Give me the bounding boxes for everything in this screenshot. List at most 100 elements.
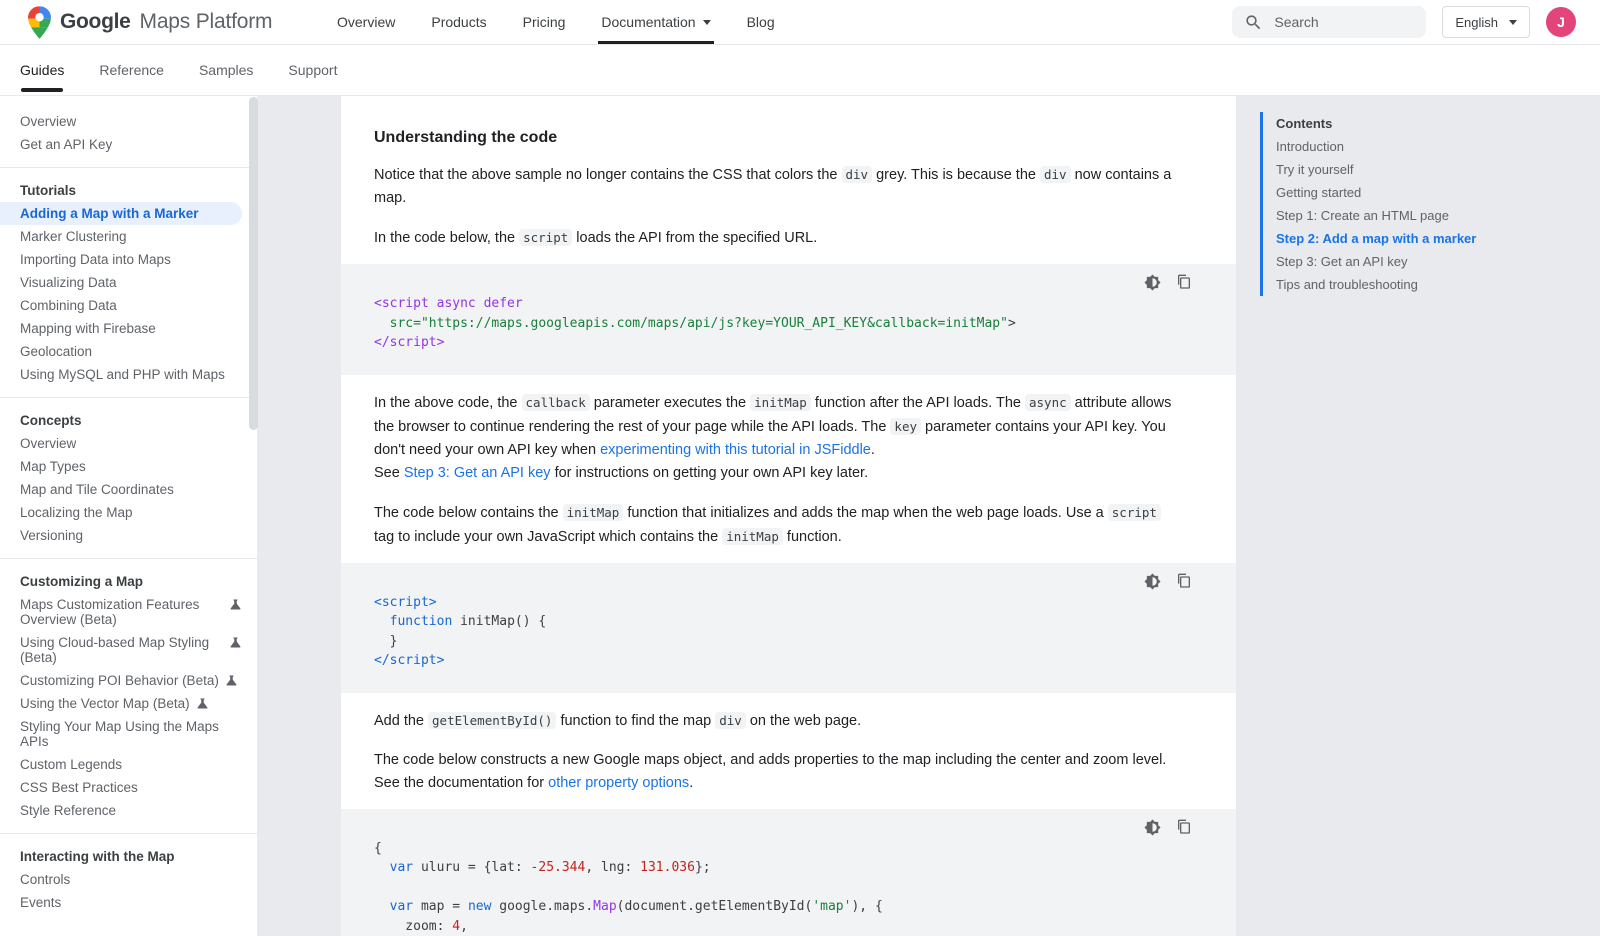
sidebar-item-get-an-api-key[interactable]: Get an API Key (0, 133, 257, 156)
code-line: src="https://maps.googleapis.com/maps/ap… (374, 314, 1192, 334)
sidebar-item-visualizing-data[interactable]: Visualizing Data (0, 271, 257, 294)
language-selector[interactable]: English (1442, 6, 1530, 38)
sidebar-item-label: Using the Vector Map (Beta) (20, 696, 190, 711)
code-text: { var uluru = {lat: -25.344, lng: 131.03… (374, 839, 1192, 936)
sidebar-item-importing-data-into-maps[interactable]: Importing Data into Maps (0, 248, 257, 271)
sidebar-item-mapping-with-firebase[interactable]: Mapping with Firebase (0, 317, 257, 340)
sidebar-item-label: Localizing the Map (20, 505, 243, 520)
sidebar-item-events[interactable]: Events (0, 891, 257, 914)
sidebar-item-custom-legends[interactable]: Custom Legends (0, 753, 257, 776)
toc-item-getting-started[interactable]: Getting started (1276, 181, 1596, 204)
sidebar-item-label: Maps Customization Features Overview (Be… (20, 597, 222, 627)
sidebar-item-label: Importing Data into Maps (20, 252, 243, 267)
sidebar-item-controls[interactable]: Controls (0, 868, 257, 891)
dark-code-theme-button[interactable] (1144, 274, 1161, 292)
sidebar-divider (0, 397, 257, 398)
sidebar-item-maps-customization-features-overview-beta[interactable]: Maps Customization Features Overview (Be… (0, 593, 257, 631)
tab-support[interactable]: Support (288, 45, 337, 95)
search-box[interactable] (1232, 6, 1426, 38)
avatar[interactable]: J (1546, 7, 1576, 37)
sidebar-item-styling-your-map-using-the-maps-apis[interactable]: Styling Your Map Using the Maps APIs (0, 715, 257, 753)
text-run: In the above code, the (374, 395, 522, 411)
sidebar-item-label: Geolocation (20, 344, 243, 359)
inline-code: div (1040, 166, 1071, 183)
logo[interactable]: Google Maps Platform (28, 0, 272, 44)
sidebar-item-label: Using Cloud-based Map Styling (Beta) (20, 635, 222, 665)
text-link[interactable]: experimenting with this tutorial in JSFi… (600, 442, 871, 458)
sidebar-item-label: Overview (20, 114, 243, 129)
code-text: <script async defer src="https://maps.go… (374, 294, 1192, 353)
nav-label: Overview (337, 14, 395, 30)
sidebar-section-header: Tutorials (0, 179, 257, 202)
contents-nav: Contents IntroductionTry it yourselfGett… (1260, 112, 1596, 296)
text-run: function that initializes and adds the m… (623, 505, 1107, 521)
header-nav-documentation[interactable]: Documentation (601, 0, 710, 44)
header-nav-blog[interactable]: Blog (747, 0, 775, 44)
sidebar-item-localizing-the-map[interactable]: Localizing the Map (0, 501, 257, 524)
text-run: function to find the map (556, 713, 715, 729)
sidebar-item-customizing-poi-behavior-beta[interactable]: Customizing POI Behavior (Beta) (0, 669, 257, 692)
code-token: new (468, 899, 491, 914)
toc-item-step-2-add-a-map-with-a-marker[interactable]: Step 2: Add a map with a marker (1276, 227, 1596, 250)
sidebar-item-adding-a-map-with-a-marker[interactable]: Adding a Map with a Marker (0, 202, 242, 225)
search-input[interactable] (1272, 13, 1414, 31)
code-block-actions (374, 573, 1192, 591)
toc-item-introduction[interactable]: Introduction (1276, 135, 1596, 158)
product-text: Maps Platform (140, 10, 273, 34)
search-icon (1244, 13, 1263, 32)
sidebar-item-overview[interactable]: Overview (0, 110, 257, 133)
text-link[interactable]: Step 3: Get an API key (404, 465, 551, 481)
text-link[interactable]: other property options (548, 775, 689, 791)
sidebar-scrollbar[interactable] (249, 97, 258, 430)
toc-item-tips-and-troubleshooting[interactable]: Tips and troubleshooting (1276, 273, 1596, 296)
sidebar-item-using-mysql-and-php-with-maps[interactable]: Using MySQL and PHP with Maps (0, 363, 257, 386)
code-token: <script async defer (374, 296, 523, 311)
copy-code-button[interactable] (1176, 573, 1192, 591)
doc-tab-bar: Guides Reference Samples Support (0, 45, 1600, 96)
sidebar-item-label: Versioning (20, 528, 243, 543)
code-token: initMap() { (452, 614, 546, 629)
sidebar-item-label: Using MySQL and PHP with Maps (20, 367, 243, 382)
nav-label: Documentation (601, 14, 695, 30)
header-nav-products[interactable]: Products (431, 0, 486, 44)
toc-item-step-1-create-an-html-page[interactable]: Step 1: Create an HTML page (1276, 204, 1596, 227)
code-block-actions (374, 819, 1192, 837)
tab-samples[interactable]: Samples (199, 45, 253, 95)
copy-code-button[interactable] (1176, 274, 1192, 292)
code-token: 'map' (812, 899, 851, 914)
sidebar-item-geolocation[interactable]: Geolocation (0, 340, 257, 363)
code-token: -25.344 (531, 860, 586, 875)
sidebar-item-label: Map Types (20, 459, 243, 474)
sidebar-item-map-and-tile-coordinates[interactable]: Map and Tile Coordinates (0, 478, 257, 501)
code-line: { (374, 839, 1192, 859)
sidebar-item-style-reference[interactable]: Style Reference (0, 799, 257, 822)
sidebar-item-using-the-vector-map-beta[interactable]: Using the Vector Map (Beta) (0, 692, 257, 715)
sidebar-item-marker-clustering[interactable]: Marker Clustering (0, 225, 257, 248)
main-content: Understanding the codeNotice that the ab… (341, 96, 1236, 936)
beta-flask-icon (224, 673, 239, 688)
toc-item-step-3-get-an-api-key[interactable]: Step 3: Get an API key (1276, 250, 1596, 273)
sidebar-item-css-best-practices[interactable]: CSS Best Practices (0, 776, 257, 799)
toc-item-try-it-yourself[interactable]: Try it yourself (1276, 158, 1596, 181)
google-maps-pin-icon (28, 6, 51, 39)
sidebar-item-versioning[interactable]: Versioning (0, 524, 257, 547)
dark-code-theme-button[interactable] (1144, 819, 1161, 837)
dark-code-theme-button[interactable] (1144, 573, 1161, 591)
chevron-down-icon (703, 20, 711, 25)
header-nav-pricing[interactable]: Pricing (523, 0, 566, 44)
tab-guides[interactable]: Guides (20, 45, 64, 95)
code-token: function (390, 614, 453, 629)
inline-code: script (1108, 504, 1161, 521)
code-token: google.maps. (491, 899, 593, 914)
inline-code: initMap (722, 528, 783, 545)
chevron-down-icon (1509, 20, 1517, 25)
copy-code-button[interactable] (1176, 819, 1192, 837)
tab-reference[interactable]: Reference (99, 45, 164, 95)
code-token: uluru = {lat: (413, 860, 530, 875)
text-run: grey. This is because the (872, 167, 1040, 183)
header-nav-overview[interactable]: Overview (337, 0, 395, 44)
sidebar-item-using-cloud-based-map-styling-beta[interactable]: Using Cloud-based Map Styling (Beta) (0, 631, 257, 669)
sidebar-item-map-types[interactable]: Map Types (0, 455, 257, 478)
sidebar-item-overview[interactable]: Overview (0, 432, 257, 455)
sidebar-item-combining-data[interactable]: Combining Data (0, 294, 257, 317)
